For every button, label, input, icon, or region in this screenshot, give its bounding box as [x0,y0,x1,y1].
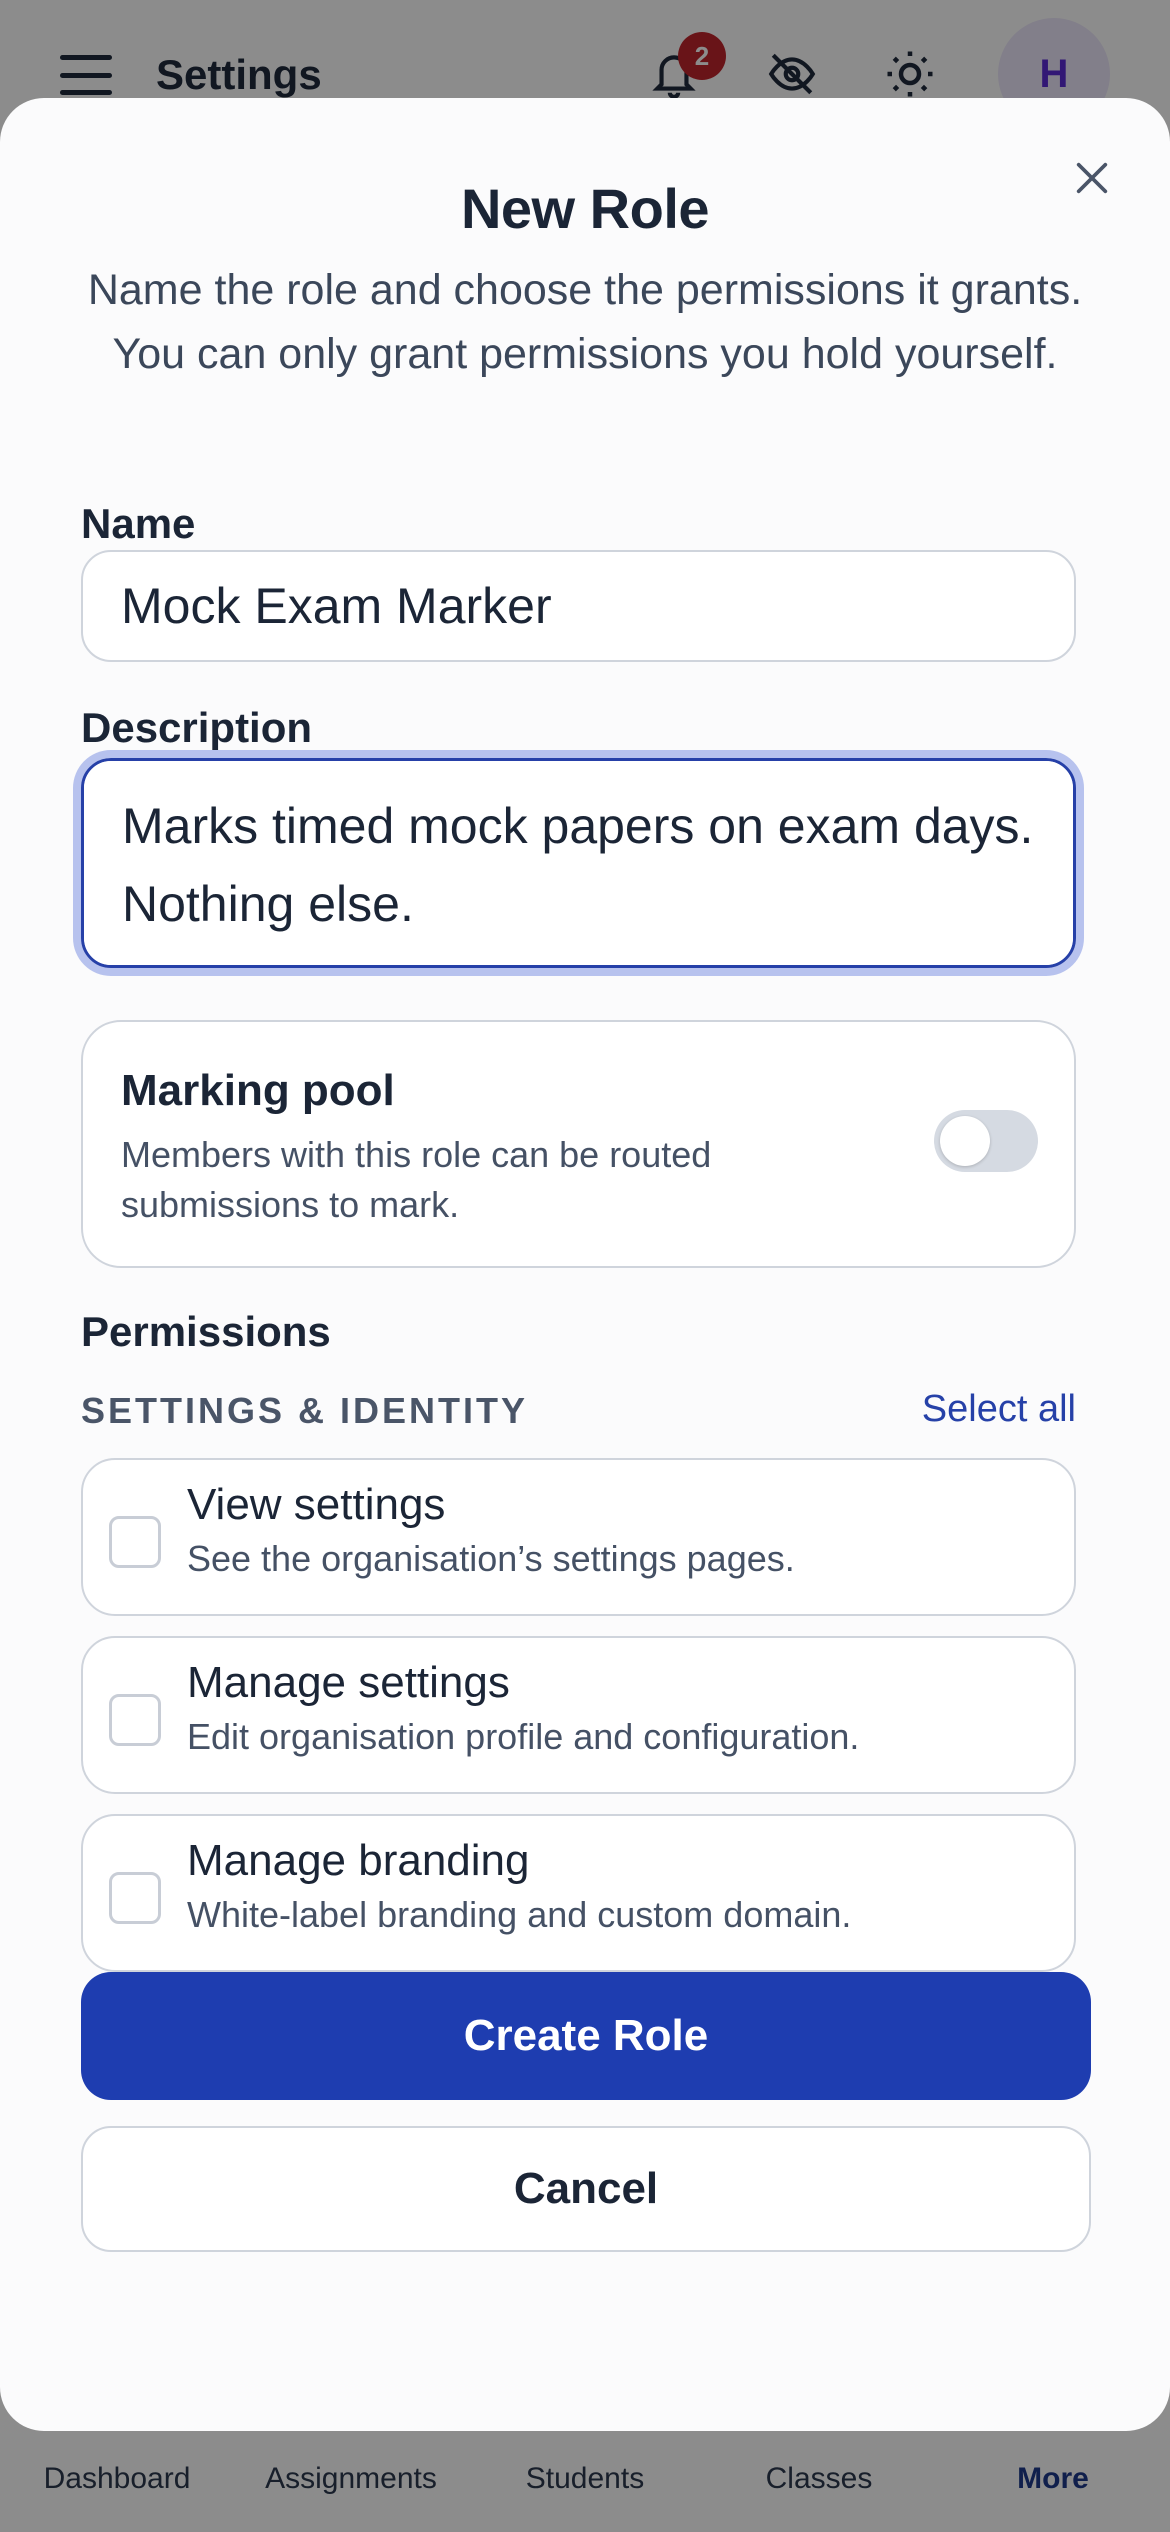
marking-pool-description: Members with this role can be routed sub… [121,1134,712,1225]
description-label: Description [81,704,313,751]
modal-subtitle: Name the role and choose the permissions… [87,266,1083,378]
select-all-link[interactable]: Select all [922,1388,1076,1431]
marking-pool-card: Marking pool Members with this role can … [81,1020,1076,1268]
permission-title: View settings [187,1480,446,1529]
toggle-knob [940,1116,990,1166]
marking-pool-title: Marking pool [121,1066,395,1115]
permission-description: White-label branding and custom domain. [187,1894,852,1935]
permission-manage-branding[interactable]: Manage branding White-label branding and… [81,1814,1076,1972]
new-role-modal: New Role Name the role and choose the pe… [0,98,1170,2431]
marking-pool-toggle[interactable] [934,1110,1038,1172]
permission-description: Edit organisation profile and configurat… [187,1716,860,1757]
create-role-button[interactable]: Create Role [81,1972,1091,2100]
modal-title: New Role [460,177,710,240]
permission-list[interactable]: View settings See the organisation’s set… [81,1458,1076,2018]
permissions-label: Permissions [81,1308,331,1355]
checkbox[interactable] [109,1694,161,1746]
permission-title: Manage settings [187,1658,510,1707]
name-label: Name [81,500,196,547]
permission-description: See the organisation’s settings pages. [187,1538,795,1579]
permission-view-settings[interactable]: View settings See the organisation’s set… [81,1458,1076,1616]
permission-group-title: SETTINGS & IDENTITY [81,1390,529,1431]
permission-title: Manage branding [187,1836,530,1885]
cancel-button[interactable]: Cancel [81,2126,1091,2252]
checkbox[interactable] [109,1872,161,1924]
permission-manage-settings[interactable]: Manage settings Edit organisation profil… [81,1636,1076,1794]
checkbox[interactable] [109,1516,161,1568]
description-textarea[interactable]: Marks timed mock papers on exam days. No… [81,758,1076,968]
name-input[interactable] [81,550,1076,662]
